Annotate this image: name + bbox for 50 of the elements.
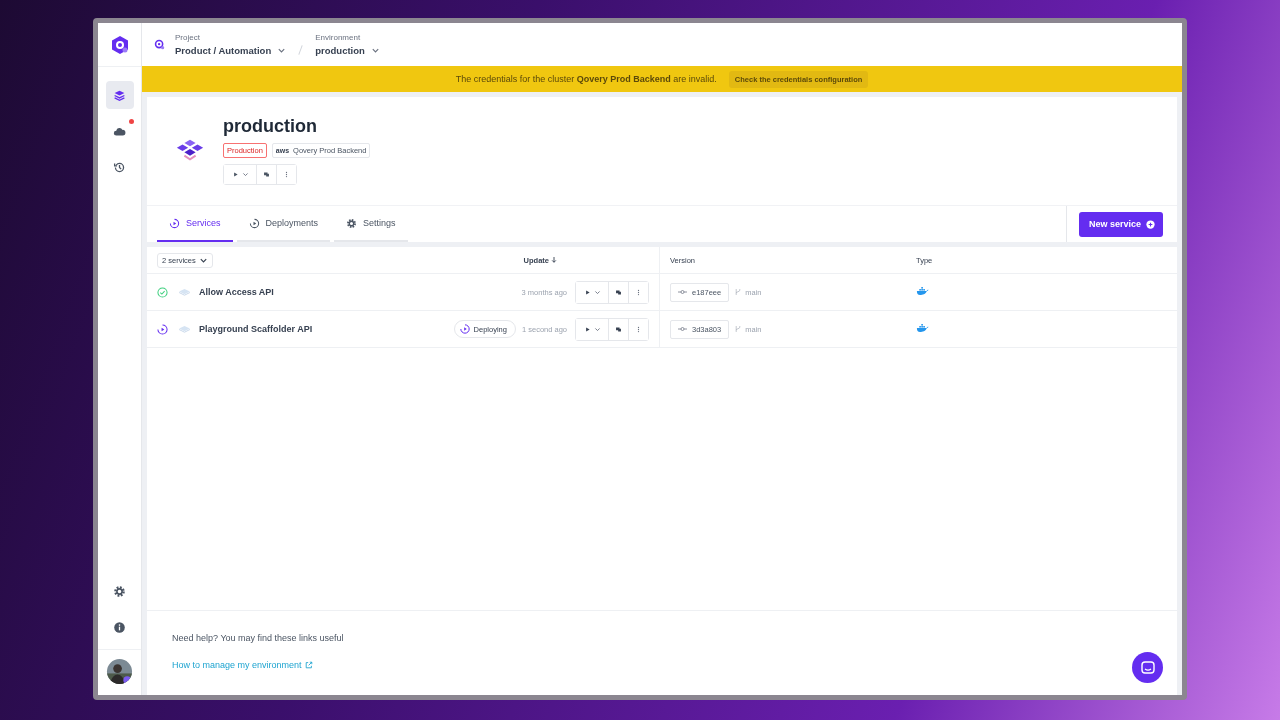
more-icon — [635, 288, 642, 296]
service-name[interactable]: Allow Access API — [199, 287, 274, 297]
environment-selector[interactable]: production — [315, 45, 380, 56]
commit-icon — [678, 289, 687, 295]
more-icon — [635, 325, 642, 333]
service-name[interactable]: Playground Scaffolder API — [199, 324, 313, 334]
layers-icon — [113, 88, 126, 102]
info-icon — [113, 620, 126, 634]
layers-nav-button[interactable] — [105, 81, 134, 109]
play-icon — [583, 288, 591, 296]
play-icon — [231, 170, 239, 178]
whale-icon — [916, 287, 929, 295]
play-circle-icon — [248, 217, 260, 229]
help-text: Need help? You may find these links useful — [172, 633, 344, 643]
new-service-button[interactable]: New service — [1078, 211, 1163, 237]
project-label: Project — [175, 33, 200, 42]
banner-message: The credentials for the cluster Qovery Prod Backend are invalid. — [455, 74, 717, 84]
play-circle-icon — [459, 324, 470, 334]
deploying-status-icon — [157, 323, 168, 335]
logs-icon — [615, 288, 622, 296]
plus-icon — [1146, 219, 1155, 229]
settings-icon — [113, 584, 126, 598]
chevron-down-icon — [593, 288, 601, 296]
chevron-down-icon — [241, 170, 249, 178]
history-icon — [113, 160, 126, 174]
success-status-icon — [157, 286, 168, 298]
project-selector[interactable]: Product / Automation — [175, 45, 287, 56]
whale-icon — [916, 324, 929, 332]
more-icon — [283, 170, 290, 178]
play-icon — [583, 325, 591, 333]
play-circle-icon — [169, 217, 180, 229]
environment-icon — [175, 137, 205, 163]
chevron-down-icon — [593, 325, 601, 333]
chevron-down-icon — [370, 46, 380, 55]
commit-icon — [678, 326, 687, 332]
logo-icon — [109, 34, 130, 55]
chevron-down-icon — [277, 46, 287, 55]
settings-icon — [346, 217, 358, 229]
project-icon — [154, 39, 165, 50]
chat-icon — [1140, 660, 1155, 675]
logs-icon — [615, 325, 622, 333]
branch-icon — [735, 288, 742, 296]
service-icon — [178, 287, 191, 297]
environment-label: Environment — [315, 33, 361, 42]
environment-title: production — [223, 115, 318, 137]
service-icon — [178, 324, 191, 334]
sort-arrow-icon — [551, 256, 557, 264]
branch-icon — [735, 325, 742, 333]
external-link-icon — [304, 661, 313, 669]
logs-icon — [263, 170, 270, 178]
